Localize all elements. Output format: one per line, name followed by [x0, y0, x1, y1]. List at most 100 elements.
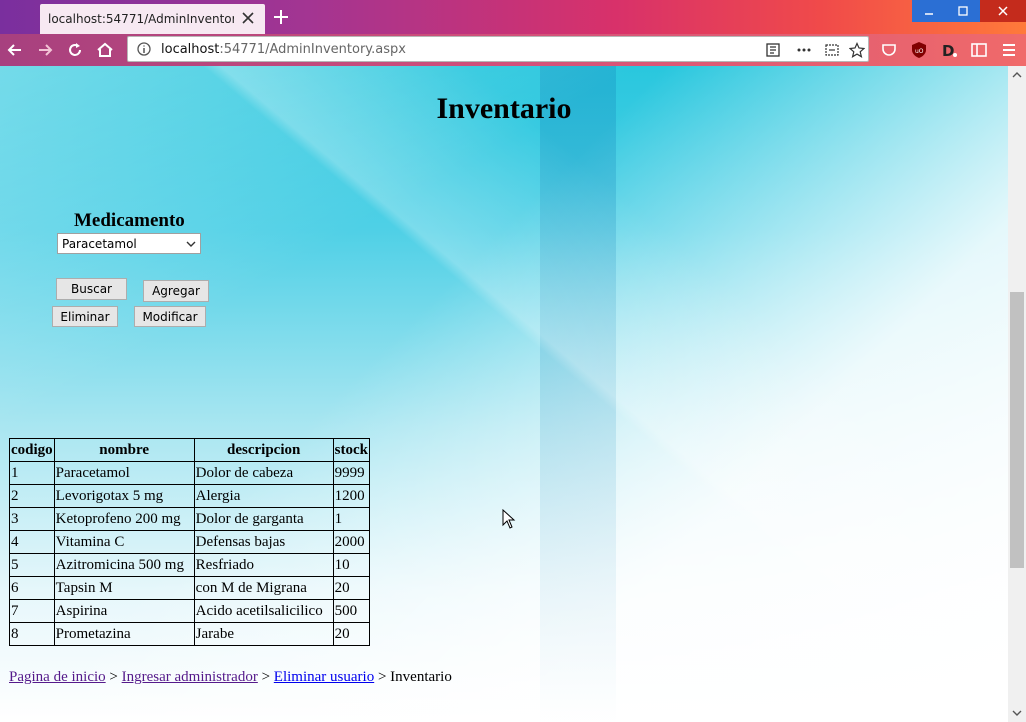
cell-stock: 20 — [332, 622, 371, 646]
table-row: 1 Paracetamol Dolor de cabeza 9999 — [9, 461, 371, 485]
cell-codigo: 2 — [9, 484, 55, 508]
cell-descripcion: Jarabe — [193, 622, 334, 646]
cell-codigo: 6 — [9, 576, 55, 600]
cell-descripcion: con M de Migrana — [193, 576, 334, 600]
cell-nombre: Aspirina — [53, 599, 195, 623]
home-icon[interactable] — [96, 41, 114, 59]
extension-d-icon[interactable]: D — [940, 41, 958, 59]
header-descripcion: descripcion — [193, 438, 334, 462]
close-tab-icon[interactable] — [241, 11, 255, 25]
cell-nombre: Vitamina C — [53, 530, 195, 554]
inventory-table: codigo nombre descripcion stock 1 Parace… — [9, 438, 371, 646]
breadcrumb-separator: > — [109, 669, 118, 685]
svg-text:D: D — [942, 42, 954, 59]
breadcrumb-link-delete-user[interactable]: Eliminar usuario — [274, 669, 374, 685]
cell-codigo: 4 — [9, 530, 55, 554]
cell-nombre: Tapsin M — [53, 576, 195, 600]
page-viewport: Inventario Medicamento Paracetamol Busca… — [0, 66, 1008, 722]
cell-codigo: 7 — [9, 599, 55, 623]
cell-codigo: 3 — [9, 507, 55, 531]
page-title: Inventario — [436, 92, 572, 125]
header-codigo: codigo — [9, 438, 55, 462]
window-close-button[interactable] — [980, 0, 1026, 22]
ublock-icon[interactable]: uO — [910, 41, 928, 59]
medicamento-select[interactable]: Paracetamol — [57, 233, 201, 254]
table-row: 2 Levorigotax 5 mg Alergia 1200 — [9, 484, 371, 508]
url-bar[interactable]: localhost:54771/AdminInventory.aspx — [127, 36, 869, 62]
cell-descripcion: Acido acetilsalicilico — [193, 599, 334, 623]
pocket-icon[interactable] — [880, 41, 898, 59]
breadcrumb: Pagina de inicio > Ingresar administrado… — [9, 669, 452, 686]
cell-stock: 1 — [332, 507, 371, 531]
info-icon[interactable] — [137, 42, 151, 56]
scrollbar-thumb[interactable] — [1010, 292, 1024, 568]
scroll-down-icon[interactable] — [1012, 708, 1022, 718]
table-row: 5 Azitromicina 500 mg Resfriado 10 — [9, 553, 371, 577]
reader-view-icon[interactable] — [765, 42, 781, 58]
cell-codigo: 5 — [9, 553, 55, 577]
back-icon[interactable] — [6, 41, 24, 59]
breadcrumb-link-admin-login[interactable]: Ingresar administrador — [122, 669, 258, 685]
table-row: 3 Ketoprofeno 200 mg Dolor de garganta 1 — [9, 507, 371, 531]
window-close-icon — [998, 6, 1008, 16]
cell-descripcion: Resfriado — [193, 553, 334, 577]
browser-tab[interactable]: localhost:54771/AdminInventory.aspx — [40, 4, 265, 34]
minimize-button[interactable] — [912, 0, 946, 22]
breadcrumb-link-home[interactable]: Pagina de inicio — [9, 669, 106, 685]
menu-icon[interactable] — [1000, 41, 1018, 59]
cell-stock: 500 — [332, 599, 371, 623]
maximize-icon — [958, 6, 968, 16]
chevron-down-icon — [186, 241, 196, 247]
cell-stock: 1200 — [332, 484, 371, 508]
cell-codigo: 1 — [9, 461, 55, 485]
table-row: 6 Tapsin M con M de Migrana 20 — [9, 576, 371, 600]
buscar-button[interactable]: Buscar — [56, 278, 127, 300]
svg-text:uO: uO — [915, 48, 924, 55]
cell-descripcion: Dolor de cabeza — [193, 461, 334, 485]
breadcrumb-separator: > — [261, 669, 271, 685]
minimize-icon — [925, 13, 933, 15]
cell-nombre: Azitromicina 500 mg — [53, 553, 195, 577]
bookmark-star-icon[interactable] — [849, 42, 865, 58]
cell-stock: 2000 — [332, 530, 371, 554]
cell-descripcion: Defensas bajas — [193, 530, 334, 554]
cell-nombre: Prometazina — [53, 622, 195, 646]
sidebar-icon[interactable] — [970, 41, 988, 59]
cell-nombre: Paracetamol — [53, 461, 195, 485]
modificar-button[interactable]: Modificar — [134, 306, 206, 327]
window-controls — [912, 0, 1026, 22]
browser-titlebar: localhost:54771/AdminInventory.aspx — [0, 0, 1026, 34]
cell-codigo: 8 — [9, 622, 55, 646]
vertical-scrollbar[interactable] — [1008, 66, 1026, 722]
tab-title: localhost:54771/AdminInventory.aspx — [48, 12, 234, 26]
forward-icon[interactable] — [36, 41, 54, 59]
screenshot-icon[interactable] — [824, 42, 840, 58]
maximize-button[interactable] — [946, 0, 980, 22]
reload-icon[interactable] — [66, 41, 84, 59]
mouse-cursor-icon — [502, 509, 516, 529]
cell-nombre: Ketoprofeno 200 mg — [53, 507, 195, 531]
cell-nombre: Levorigotax 5 mg — [53, 484, 195, 508]
page-actions-icon[interactable] — [796, 42, 812, 58]
new-tab-icon[interactable] — [271, 7, 291, 27]
cell-stock: 10 — [332, 553, 371, 577]
url-text: localhost:54771/AdminInventory.aspx — [161, 42, 406, 57]
medicamento-label: Medicamento — [74, 210, 185, 231]
agregar-button[interactable]: Agregar — [143, 280, 209, 302]
cell-descripcion: Dolor de garganta — [193, 507, 334, 531]
url-path: :54771/AdminInventory.aspx — [219, 42, 406, 57]
table-row: 7 Aspirina Acido acetilsalicilico 500 — [9, 599, 371, 623]
scroll-up-icon[interactable] — [1012, 70, 1022, 80]
breadcrumb-current: Inventario — [390, 669, 452, 685]
table-row: 8 Prometazina Jarabe 20 — [9, 622, 371, 646]
selected-medicamento: Paracetamol — [62, 236, 137, 251]
table-row: 4 Vitamina C Defensas bajas 2000 — [9, 530, 371, 554]
cell-descripcion: Alergia — [193, 484, 334, 508]
breadcrumb-separator: > — [377, 669, 387, 685]
eliminar-button[interactable]: Eliminar — [52, 306, 118, 327]
header-stock: stock — [332, 438, 371, 462]
header-nombre: nombre — [53, 438, 195, 462]
cell-stock: 20 — [332, 576, 371, 600]
url-host: localhost — [161, 42, 220, 57]
cell-stock: 9999 — [332, 461, 371, 485]
